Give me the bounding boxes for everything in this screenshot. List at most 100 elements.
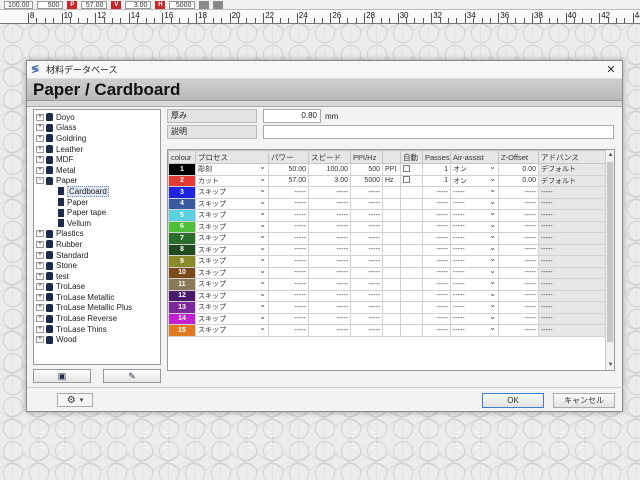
power-cell[interactable]: ----- [268,220,309,233]
passes-cell[interactable]: 1 [422,163,451,176]
auto-checkbox[interactable] [400,278,423,291]
speed-cell[interactable]: ----- [308,220,351,233]
ppi-cell[interactable]: ----- [350,278,383,291]
z-offset-cell[interactable]: ----- [498,324,539,337]
z-offset-cell[interactable]: ----- [498,312,539,325]
unit-cell[interactable]: Hz [382,174,401,187]
z-offset-cell[interactable]: ----- [498,301,539,314]
advanced-cell[interactable]: ----- [538,255,607,268]
save-icon[interactable] [213,0,224,9]
tree-item[interactable]: + Metal [36,165,160,176]
air-assist-select[interactable]: ----- [450,243,499,256]
tree-item[interactable]: − Paper [36,176,160,187]
tree-item[interactable]: + TroLase Thins [36,324,160,335]
tree-item[interactable]: + Plastics [36,229,160,240]
unit-cell[interactable] [382,220,401,233]
advanced-cell[interactable]: ----- [538,186,607,199]
toolbar-field-3[interactable]: 57.00 [81,0,108,9]
print-icon[interactable] [199,0,210,9]
thickness-input[interactable]: 0.80 [263,109,321,123]
speed-cell[interactable]: ----- [308,197,351,210]
auto-checkbox[interactable] [400,266,423,279]
tree-item[interactable]: + TroLase [36,282,160,293]
z-offset-cell[interactable]: ----- [498,255,539,268]
tree-item[interactable]: + TroLase Reverse [36,313,160,324]
ppi-cell[interactable]: 500 [350,163,383,176]
process-select[interactable]: スキップ [195,255,269,268]
z-offset-cell[interactable]: ----- [498,289,539,302]
power-cell[interactable]: ----- [268,232,309,245]
expand-icon[interactable]: + [36,134,44,142]
auto-checkbox[interactable] [400,174,423,187]
speed-cell[interactable]: 3.00 [308,174,351,187]
passes-cell[interactable]: ----- [422,220,451,233]
auto-checkbox[interactable] [400,289,423,302]
unit-cell[interactable] [382,312,401,325]
expand-icon[interactable]: + [36,293,44,301]
z-offset-cell[interactable]: 0.00 [498,163,539,176]
process-select[interactable]: 彫刻 [195,163,269,176]
process-select[interactable]: スキップ [195,243,269,256]
advanced-cell[interactable]: ----- [538,301,607,314]
expand-icon[interactable]: + [36,272,44,280]
speed-cell[interactable]: ----- [308,209,351,222]
column-header[interactable]: 自動 [400,150,423,164]
power-cell[interactable]: ----- [268,312,309,325]
unit-cell[interactable] [382,278,401,291]
process-select[interactable]: カット [195,174,269,187]
speed-cell[interactable]: ----- [308,243,351,256]
ok-button[interactable]: OK [482,393,544,408]
tree-item[interactable]: + Leather [36,144,160,155]
speed-cell[interactable]: ----- [308,255,351,268]
table-row[interactable]: 13スキップ----------------------------------… [168,301,607,314]
column-header[interactable] [382,150,401,164]
speed-cell[interactable]: ----- [308,232,351,245]
power-cell[interactable]: ----- [268,289,309,302]
speed-cell[interactable]: ----- [308,301,351,314]
passes-cell[interactable]: ----- [422,312,451,325]
expand-icon[interactable]: + [36,156,44,164]
auto-checkbox[interactable] [400,301,423,314]
air-assist-select[interactable]: ----- [450,312,499,325]
ppi-cell[interactable]: ----- [350,266,383,279]
z-offset-cell[interactable]: 0.00 [498,174,539,187]
air-assist-select[interactable]: ----- [450,232,499,245]
ppi-cell[interactable]: ----- [350,243,383,256]
ppi-cell[interactable]: ----- [350,186,383,199]
ppi-cell[interactable]: ----- [350,301,383,314]
speed-cell[interactable]: 100.00 [308,163,351,176]
expand-icon[interactable]: + [36,113,44,121]
auto-checkbox[interactable] [400,255,423,268]
passes-cell[interactable]: ----- [422,186,451,199]
power-cell[interactable]: ----- [268,243,309,256]
passes-cell[interactable]: ----- [422,278,451,291]
tree-item[interactable]: + TroLase Metallic Plus [36,303,160,314]
ppi-cell[interactable]: ----- [350,255,383,268]
ppi-cell[interactable]: ----- [350,289,383,302]
speed-cell[interactable]: ----- [308,186,351,199]
speed-cell[interactable]: ----- [308,289,351,302]
advanced-cell[interactable]: ----- [538,209,607,222]
power-cell[interactable]: ----- [268,186,309,199]
speed-cell[interactable]: ----- [308,324,351,337]
advanced-cell[interactable]: デフォルト [538,163,607,176]
column-header[interactable]: パワー [268,150,309,164]
advanced-cell[interactable]: ----- [538,232,607,245]
power-cell[interactable]: ----- [268,197,309,210]
speed-cell[interactable]: ----- [308,278,351,291]
advanced-cell[interactable]: ----- [538,324,607,337]
unit-cell[interactable] [382,232,401,245]
passes-cell[interactable]: ----- [422,232,451,245]
advanced-cell[interactable]: ----- [538,220,607,233]
z-offset-cell[interactable]: ----- [498,278,539,291]
expand-icon[interactable]: + [36,251,44,259]
tree-item[interactable]: + Doyo [36,112,160,123]
ppi-cell[interactable]: ----- [350,209,383,222]
process-select[interactable]: スキップ [195,301,269,314]
process-select[interactable]: スキップ [195,324,269,337]
z-offset-cell[interactable]: ----- [498,209,539,222]
tree-item[interactable]: + Glass [36,123,160,134]
table-row[interactable]: 4スキップ----------------------------------- [168,197,607,210]
expand-icon[interactable]: + [36,124,44,132]
ppi-cell[interactable]: 5000 [350,174,383,187]
